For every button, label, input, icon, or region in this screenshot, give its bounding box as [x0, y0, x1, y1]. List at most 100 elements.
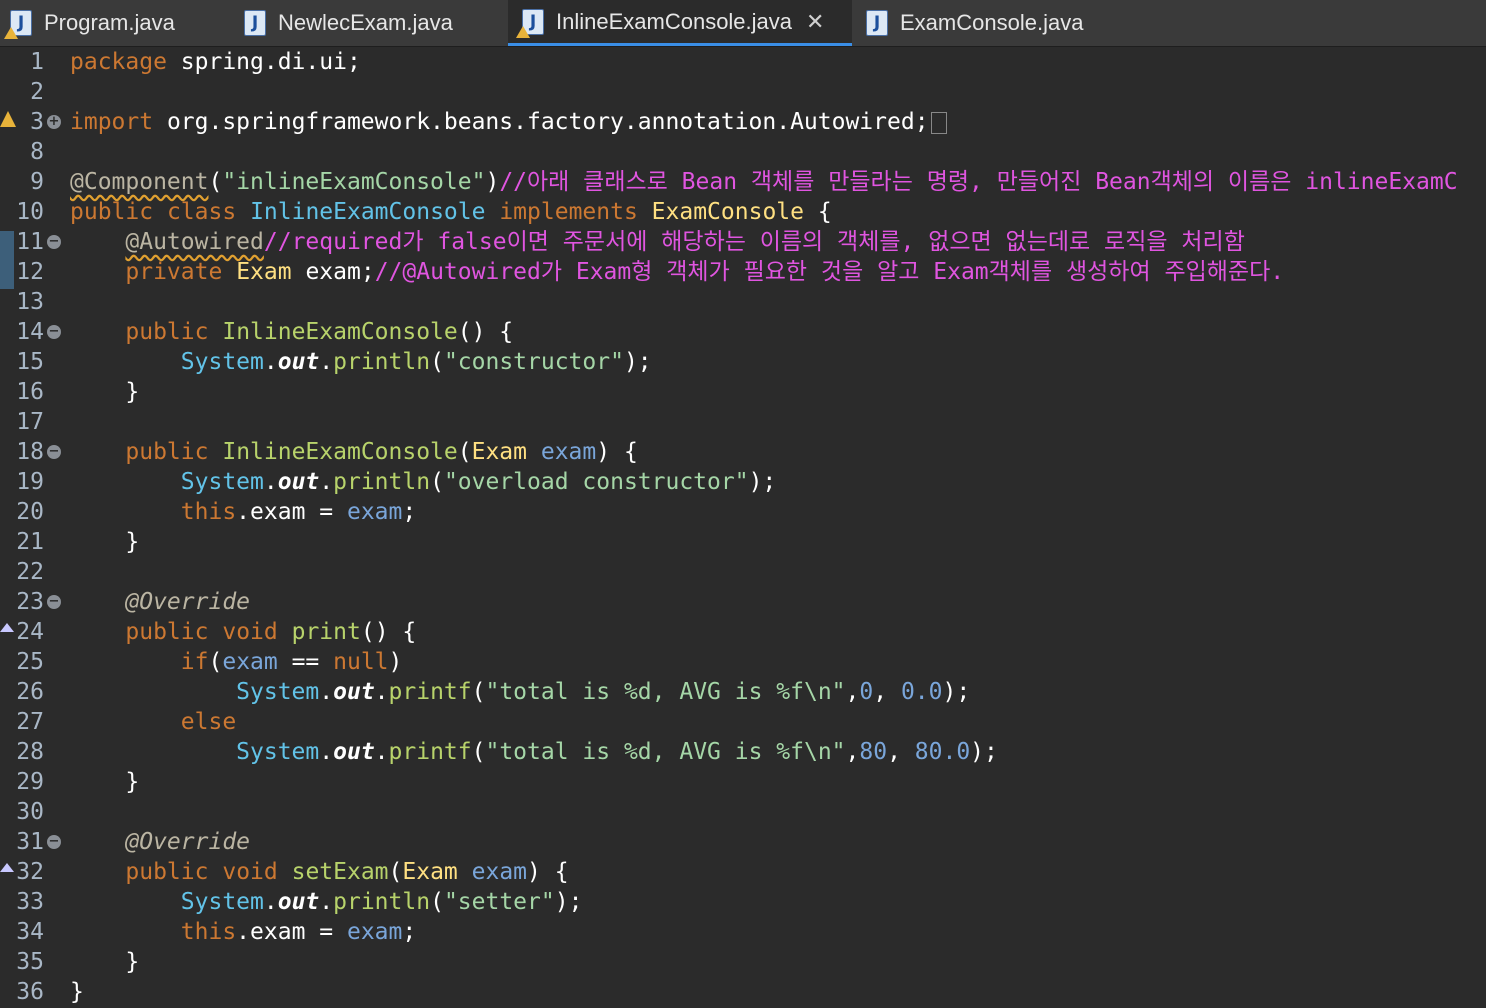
- line-number: 33: [16, 889, 44, 915]
- code-text: import org.springframework.beans.factory…: [70, 107, 947, 137]
- line-number: 2: [30, 79, 44, 105]
- code-text: public InlineExamConsole() {: [125, 319, 514, 345]
- code-line: 29 }: [0, 767, 1486, 797]
- line-number: 10: [16, 199, 44, 225]
- code-line: 1 package spring.di.ui;: [0, 47, 1486, 77]
- line-number: 18: [16, 439, 44, 465]
- code-line: 34 this.exam = exam;: [0, 917, 1486, 947]
- code-line: 22: [0, 557, 1486, 587]
- code-text: package spring.di.ui;: [70, 49, 361, 75]
- tab-inlineexamconsole-java[interactable]: J InlineExamConsole.java ✕: [508, 0, 852, 46]
- code-text: @Override: [125, 829, 251, 855]
- code-line: 2: [0, 77, 1486, 107]
- tab-examconsole-java[interactable]: J ExamConsole.java: [866, 0, 1083, 46]
- code-line: 16 }: [0, 377, 1486, 407]
- code-line: 33 System.out.println("setter");: [0, 887, 1486, 917]
- code-text: System.out.println("setter");: [180, 889, 583, 915]
- line-number: 17: [16, 409, 44, 435]
- code-line: 12 private Exam exam;//@Autowired가 Exam형…: [0, 257, 1486, 287]
- code-text: System.out.printf("total is %d, AVG is %…: [236, 679, 971, 705]
- code-line: 28 System.out.printf("total is %d, AVG i…: [0, 737, 1486, 767]
- folded-imports-icon[interactable]: [930, 111, 947, 134]
- tab-program-java[interactable]: J Program.java: [4, 0, 175, 46]
- code-line: 18 − public InlineExamConsole(Exam exam)…: [0, 437, 1486, 467]
- line-number: 23: [16, 589, 44, 615]
- java-file-icon: J: [866, 10, 888, 36]
- code-text: else: [180, 709, 237, 735]
- code-line: 21 }: [0, 527, 1486, 557]
- line-number: 15: [16, 349, 44, 375]
- line-number: 36: [16, 979, 44, 1005]
- code-line: 30: [0, 797, 1486, 827]
- line-number: 9: [30, 169, 44, 195]
- code-text: }: [125, 949, 140, 975]
- line-number: 25: [16, 649, 44, 675]
- code-text: this.exam = exam;: [180, 919, 417, 945]
- collapse-icon[interactable]: −: [47, 445, 61, 459]
- code-line: 8: [0, 137, 1486, 167]
- collapse-icon[interactable]: −: [47, 595, 61, 609]
- close-icon[interactable]: ✕: [806, 9, 824, 35]
- tab-label: InlineExamConsole.java: [556, 8, 793, 34]
- code-line: 31 − @Override: [0, 827, 1486, 857]
- code-line: 35 }: [0, 947, 1486, 977]
- tab-label: ExamConsole.java: [900, 10, 1084, 35]
- code-line: 11 − @Autowired//required가 false이면 주문서에 …: [0, 227, 1486, 257]
- line-number: 13: [16, 289, 44, 315]
- line-number: 31: [16, 829, 44, 855]
- java-file-warning-icon: J: [516, 8, 544, 38]
- line-number: 24: [16, 619, 44, 645]
- code-text: @Override: [125, 589, 251, 615]
- code-line: 14 − public InlineExamConsole() {: [0, 317, 1486, 347]
- code-text: private Exam exam;//@Autowired가 Exam형 객체…: [125, 259, 1285, 285]
- line-number: 26: [16, 679, 44, 705]
- code-line: 20 this.exam = exam;: [0, 497, 1486, 527]
- line-number: 11: [16, 229, 44, 255]
- line-number: 34: [16, 919, 44, 945]
- tab-label: Program.java: [44, 10, 175, 35]
- code-text: }: [70, 979, 84, 1005]
- code-line: 24 public void print() {: [0, 617, 1486, 647]
- code-text: System.out.printf("total is %d, AVG is %…: [236, 739, 998, 765]
- line-number: 32: [16, 859, 44, 885]
- java-file-warning-icon: J: [4, 10, 32, 39]
- code-line: 10 public class InlineExamConsole implem…: [0, 197, 1486, 227]
- code-line: 3 + import org.springframework.beans.fac…: [0, 107, 1486, 137]
- collapse-icon[interactable]: −: [47, 235, 61, 249]
- collapse-icon[interactable]: −: [47, 325, 61, 339]
- code-line: 15 System.out.println("constructor");: [0, 347, 1486, 377]
- line-number: 20: [16, 499, 44, 525]
- line-number: 14: [16, 319, 44, 345]
- code-text: public class InlineExamConsole implement…: [70, 199, 832, 225]
- code-line: 25 if(exam == null): [0, 647, 1486, 677]
- tab-label: NewlecExam.java: [278, 10, 453, 35]
- code-line: 32 public void setExam(Exam exam) {: [0, 857, 1486, 887]
- collapse-icon[interactable]: −: [47, 835, 61, 849]
- line-number: 29: [16, 769, 44, 795]
- code-line: 17: [0, 407, 1486, 437]
- code-text: }: [125, 529, 140, 555]
- line-number: 19: [16, 469, 44, 495]
- expand-icon[interactable]: +: [47, 115, 61, 129]
- code-text: public InlineExamConsole(Exam exam) {: [125, 439, 638, 465]
- line-number: 27: [16, 709, 44, 735]
- code-text: System.out.println("overload constructor…: [180, 469, 777, 495]
- code-line: 9 @Component("inlineExamConsole")//아래 클래…: [0, 167, 1486, 197]
- tab-newlecexam-java[interactable]: J NewlecExam.java: [244, 0, 453, 46]
- code-text: this.exam = exam;: [180, 499, 417, 525]
- line-number: 1: [30, 49, 44, 75]
- code-line: 26 System.out.printf("total is %d, AVG i…: [0, 677, 1486, 707]
- line-number: 35: [16, 949, 44, 975]
- code-editor[interactable]: 1 package spring.di.ui; 2 3 + import org…: [0, 47, 1486, 1008]
- line-number: 22: [16, 559, 44, 585]
- code-text: System.out.println("constructor");: [180, 349, 652, 375]
- code-text: }: [125, 769, 140, 795]
- line-number: 28: [16, 739, 44, 765]
- line-number: 12: [16, 259, 44, 285]
- line-number: 8: [30, 139, 44, 165]
- code-text: @Component("inlineExamConsole")//아래 클래스로…: [70, 169, 1458, 195]
- line-number: 21: [16, 529, 44, 555]
- code-line: 27 else: [0, 707, 1486, 737]
- code-text: if(exam == null): [180, 649, 403, 675]
- editor-tab-bar: J Program.java J NewlecExam.java J Inlin…: [0, 0, 1486, 47]
